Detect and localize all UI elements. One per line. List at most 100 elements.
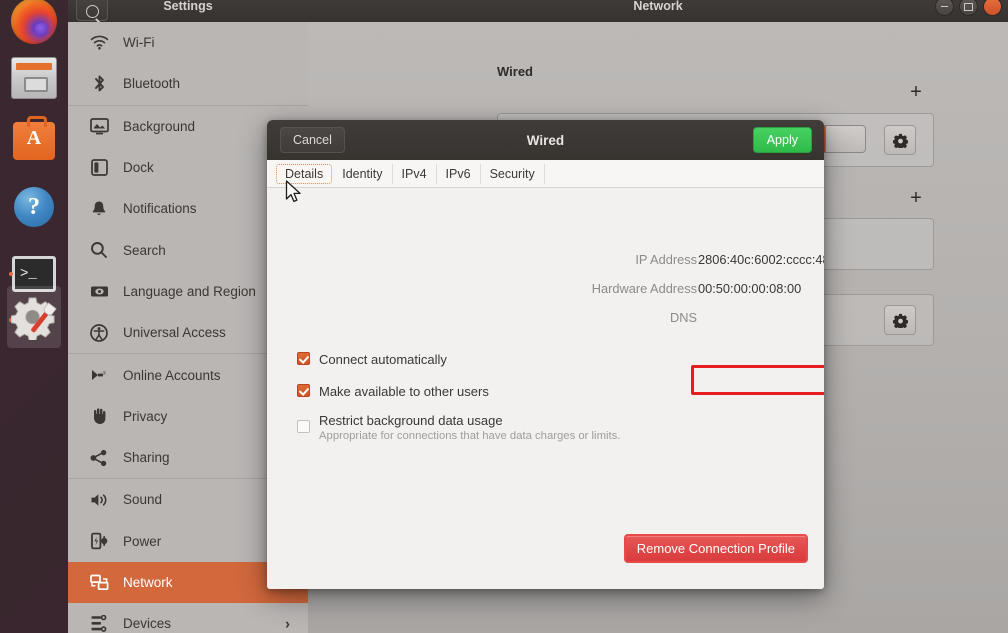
window-controls <box>935 0 1002 16</box>
make-available-label: Make available to other users <box>319 384 489 399</box>
language-icon <box>88 281 110 301</box>
sidebar-item-wifi[interactable]: Wi-Fi <box>68 22 308 63</box>
connect-automatically-row[interactable]: Connect automatically <box>297 352 447 367</box>
toggle-knob <box>825 126 865 152</box>
make-available-row[interactable]: Make available to other users <box>297 384 489 399</box>
sidebar-item-label: Dock <box>123 160 154 176</box>
sidebar-item-label: Power <box>123 533 162 549</box>
sidebar-item-devices[interactable]: Devices › <box>68 603 308 633</box>
devices-icon <box>88 614 110 633</box>
add-connection-button-2[interactable]: + <box>905 187 927 209</box>
desktop: ? >_ <box>0 0 1008 633</box>
firefox-icon <box>11 0 57 44</box>
restrict-background-label: Restrict background data usage <box>319 413 503 428</box>
sidebar-item-label: Sharing <box>123 450 170 466</box>
apply-button[interactable]: Apply <box>752 127 812 153</box>
wired-connection-dialog: Cancel Wired Apply Details Identity IPv4… <box>267 120 824 589</box>
tab-security[interactable]: Security <box>481 163 545 184</box>
sidebar-item-label: Background <box>123 118 196 134</box>
sidebar-item-label: Universal Access <box>123 325 226 341</box>
make-available-checkbox[interactable] <box>297 384 310 397</box>
ip-address-label: IP Address <box>635 252 697 267</box>
connect-automatically-checkbox[interactable] <box>297 352 310 365</box>
tab-ipv4[interactable]: IPv4 <box>393 163 437 184</box>
connect-automatically-label: Connect automatically <box>319 352 447 367</box>
restrict-background-checkbox[interactable] <box>297 420 310 433</box>
ip-address-highlight-box <box>691 365 824 395</box>
minimize-button[interactable] <box>935 0 954 16</box>
dns-label: DNS <box>669 310 697 325</box>
power-icon <box>88 531 110 551</box>
dialog-tabbar: Details Identity IPv4 IPv6 Security <box>267 160 824 188</box>
dialog-header: Cancel Wired Apply <box>267 120 824 160</box>
online-accounts-icon: s <box>88 365 110 385</box>
close-button[interactable] <box>983 0 1002 16</box>
remove-connection-profile-button[interactable]: Remove Connection Profile <box>623 534 808 563</box>
chevron-right-icon: › <box>285 615 290 633</box>
page-title: Network <box>633 0 683 13</box>
accessibility-icon <box>88 323 110 343</box>
dialog-body: Details Identity IPv4 IPv6 Security IP A… <box>267 160 824 589</box>
ip-address-label-row: IP Address <box>267 252 697 267</box>
bell-icon <box>88 199 110 219</box>
sidebar-item-label: Notifications <box>123 201 197 217</box>
dns-label-row: DNS <box>267 310 697 325</box>
ip-address-value-row: 2806:40c:6002:cccc:48c3:345e:c184:2f0c <box>698 252 824 267</box>
connection-settings-button-2[interactable] <box>884 305 916 335</box>
ip-address-value: 2806:40c:6002:cccc:48c3:345e:c184:2f0c <box>698 252 824 267</box>
sidebar-item-label: Language and Region <box>123 283 256 299</box>
svg-text:s: s <box>103 369 106 377</box>
ubuntu-software-icon <box>13 116 55 160</box>
sharing-icon <box>88 448 110 468</box>
dock-item-firefox[interactable] <box>7 0 61 48</box>
settings-title: Settings <box>163 0 213 13</box>
gear-icon <box>892 313 908 328</box>
sidebar-item-bluetooth[interactable]: Bluetooth <box>68 63 308 104</box>
sidebar-item-label: Devices <box>123 616 172 632</box>
wifi-icon <box>88 33 110 53</box>
sidebar-header: Settings <box>68 0 308 22</box>
maximize-icon <box>964 2 973 11</box>
sidebar-item-label: Online Accounts <box>123 367 221 383</box>
file-manager-icon <box>11 57 57 99</box>
connection-settings-button[interactable] <box>884 125 916 155</box>
minimize-icon <box>941 5 948 8</box>
add-connection-button[interactable]: + <box>905 81 927 103</box>
sidebar-item-label: Bluetooth <box>123 76 181 92</box>
restrict-background-text: Restrict background data usage Appropria… <box>319 413 620 442</box>
help-icon: ? <box>14 187 54 227</box>
sidebar-item-label: Wi-Fi <box>123 35 155 51</box>
privacy-hand-icon <box>88 406 110 426</box>
ubuntu-launcher-dock: ? >_ <box>0 0 68 633</box>
sidebar-item-label: Privacy <box>123 408 168 424</box>
settings-icon <box>11 297 57 340</box>
gear-icon <box>892 133 908 148</box>
dock-icon <box>88 158 110 178</box>
restrict-background-row[interactable]: Restrict background data usage Appropria… <box>297 413 620 442</box>
dock-item-settings[interactable] <box>7 286 61 348</box>
sidebar-item-label: Search <box>123 242 166 258</box>
tab-details[interactable]: Details <box>276 163 333 184</box>
tab-identity[interactable]: Identity <box>333 163 393 184</box>
hardware-address-label: Hardware Address <box>591 281 697 296</box>
sidebar-item-label: Network <box>123 575 173 590</box>
window-titlebar: Settings Network <box>68 0 1008 22</box>
tab-ipv6[interactable]: IPv6 <box>437 163 481 184</box>
wired-section-heading: Wired <box>497 64 533 79</box>
bluetooth-icon <box>88 74 110 94</box>
background-icon <box>88 116 110 136</box>
dock-item-files[interactable] <box>7 51 61 105</box>
dock-item-help[interactable]: ? <box>7 180 61 234</box>
dock-item-software[interactable] <box>7 114 61 168</box>
hardware-address-label-row: Hardware Address <box>267 281 697 296</box>
hardware-address-value: 00:50:00:00:08:00 <box>698 281 802 296</box>
hardware-address-value-row: 00:50:00:00:08:00 <box>698 281 801 296</box>
running-indicator-terminal <box>9 272 13 276</box>
restrict-background-sublabel: Appropriate for connections that have da… <box>319 430 621 442</box>
dialog-title: Wired <box>526 132 565 148</box>
maximize-button[interactable] <box>959 0 978 16</box>
network-icon <box>88 573 110 593</box>
search-icon <box>88 240 110 260</box>
sidebar-item-label: Sound <box>123 492 163 508</box>
sound-icon <box>88 490 110 510</box>
